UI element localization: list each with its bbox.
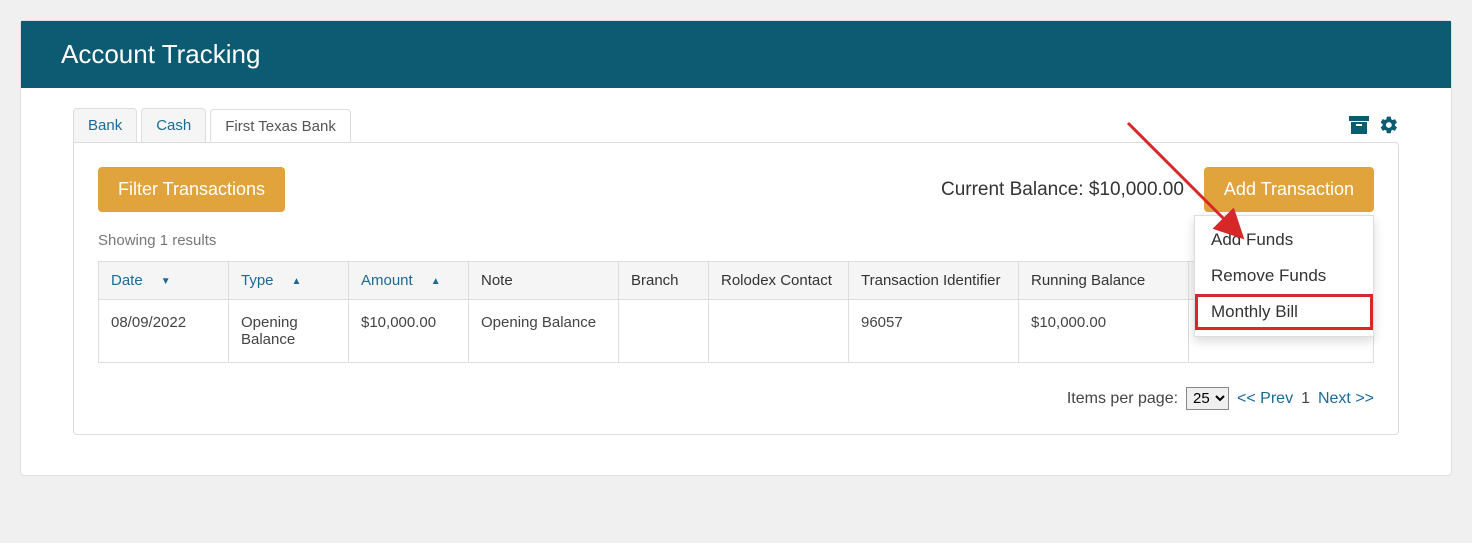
cell-date: 08/09/2022	[99, 300, 229, 363]
current-balance: Current Balance: $10,000.00	[941, 179, 1184, 201]
tab-bank[interactable]: Bank	[73, 108, 137, 142]
current-balance-value: $10,000.00	[1089, 179, 1184, 200]
items-per-page-label: Items per page:	[1067, 390, 1178, 408]
add-transaction-dropdown: Add Funds Remove Funds Monthly Bill	[1194, 215, 1374, 337]
caret-up-icon: ▲	[431, 276, 441, 287]
tabs: Bank Cash First Texas Bank	[73, 108, 351, 142]
top-row-right: Current Balance: $10,000.00 Add Transact…	[941, 167, 1374, 212]
cell-branch	[619, 300, 709, 363]
tab-content: Filter Transactions Current Balance: $10…	[73, 142, 1399, 435]
add-transaction-button[interactable]: Add Transaction	[1204, 167, 1374, 212]
page-title: Account Tracking	[21, 21, 1451, 88]
tab-icons	[1349, 115, 1399, 135]
tab-first-texas-bank[interactable]: First Texas Bank	[210, 109, 351, 143]
pager-prev[interactable]: << Prev	[1237, 390, 1293, 408]
transactions-table: Date▼ Type▲ Amount▲ Note Branch Rolodex …	[98, 261, 1374, 363]
cell-txn-id: 96057	[849, 300, 1019, 363]
archive-icon[interactable]	[1349, 116, 1369, 134]
panel-body: Bank Cash First Texas Bank	[21, 88, 1451, 475]
gear-icon[interactable]	[1379, 115, 1399, 135]
tabs-row: Bank Cash First Texas Bank	[53, 108, 1419, 142]
cell-amount: $10,000.00	[349, 300, 469, 363]
cell-type: Opening Balance	[229, 300, 349, 363]
tab-cash[interactable]: Cash	[141, 108, 206, 142]
items-per-page-select[interactable]: 25	[1186, 387, 1229, 410]
current-balance-label: Current Balance:	[941, 179, 1089, 200]
col-amount[interactable]: Amount▲	[349, 262, 469, 300]
caret-up-icon: ▲	[292, 276, 302, 287]
col-running[interactable]: Running Balance	[1019, 262, 1189, 300]
pager-next[interactable]: Next >>	[1318, 390, 1374, 408]
col-note[interactable]: Note	[469, 262, 619, 300]
results-count: Showing 1 results	[98, 232, 1374, 249]
col-rolodex[interactable]: Rolodex Contact	[709, 262, 849, 300]
cell-rolodex	[709, 300, 849, 363]
col-branch[interactable]: Branch	[619, 262, 709, 300]
cell-running: $10,000.00	[1019, 300, 1189, 363]
pager-current: 1	[1301, 390, 1310, 408]
col-date[interactable]: Date▼	[99, 262, 229, 300]
col-txn-id[interactable]: Transaction Identifier	[849, 262, 1019, 300]
table-row: 08/09/2022 Opening Balance $10,000.00 Op…	[99, 300, 1374, 363]
account-tracking-panel: Account Tracking Bank Cash First Texas B…	[20, 20, 1452, 476]
dropdown-monthly-bill[interactable]: Monthly Bill	[1195, 294, 1373, 330]
filter-transactions-button[interactable]: Filter Transactions	[98, 167, 285, 212]
top-row: Filter Transactions Current Balance: $10…	[98, 167, 1374, 212]
dropdown-add-funds[interactable]: Add Funds	[1195, 222, 1373, 258]
caret-down-icon: ▼	[161, 276, 171, 287]
col-type[interactable]: Type▲	[229, 262, 349, 300]
table-header-row: Date▼ Type▲ Amount▲ Note Branch Rolodex …	[99, 262, 1374, 300]
cell-note: Opening Balance	[469, 300, 619, 363]
dropdown-remove-funds[interactable]: Remove Funds	[1195, 258, 1373, 294]
pager: Items per page: 25 << Prev 1 Next >>	[98, 387, 1374, 410]
